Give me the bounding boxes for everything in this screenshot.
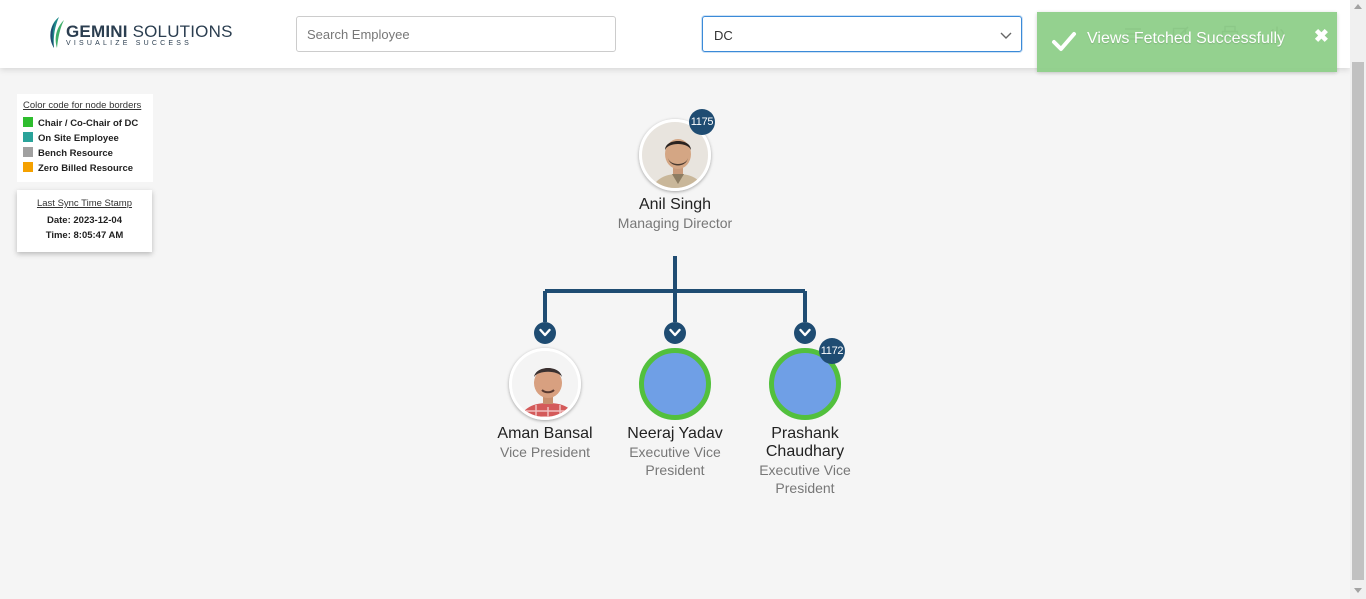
avatar-neeraj-yadav[interactable] <box>639 348 711 420</box>
scroll-down-arrow-icon[interactable] <box>1354 588 1362 593</box>
node-name: Anil Singh <box>638 196 712 213</box>
page-scrollbar[interactable] <box>1350 0 1366 599</box>
scrollbar-thumb[interactable] <box>1352 62 1364 580</box>
node-name: Aman Bansal <box>497 425 593 442</box>
chevron-down-icon <box>799 328 811 337</box>
node-name: Prashank Chaudhary <box>765 425 845 460</box>
scroll-up-arrow-icon[interactable] <box>1354 4 1362 9</box>
expand-node-button[interactable] <box>794 322 816 344</box>
report-count-badge: 1175 <box>689 109 715 135</box>
node-role: Executive Vice President <box>759 462 851 496</box>
chevron-down-icon <box>539 328 551 337</box>
chevron-down-icon <box>669 328 681 337</box>
node-role: Executive Vice President <box>629 444 721 478</box>
avatar-aman-bansal[interactable] <box>509 348 581 420</box>
report-count-badge: 1172 <box>819 338 845 364</box>
node-role: Managing Director <box>617 215 733 231</box>
node-role: Vice President <box>499 444 590 460</box>
expand-node-button[interactable] <box>664 322 686 344</box>
expand-node-button[interactable] <box>534 322 556 344</box>
org-chart-connectors <box>543 256 807 322</box>
node-name: Neeraj Yadav <box>627 425 723 442</box>
